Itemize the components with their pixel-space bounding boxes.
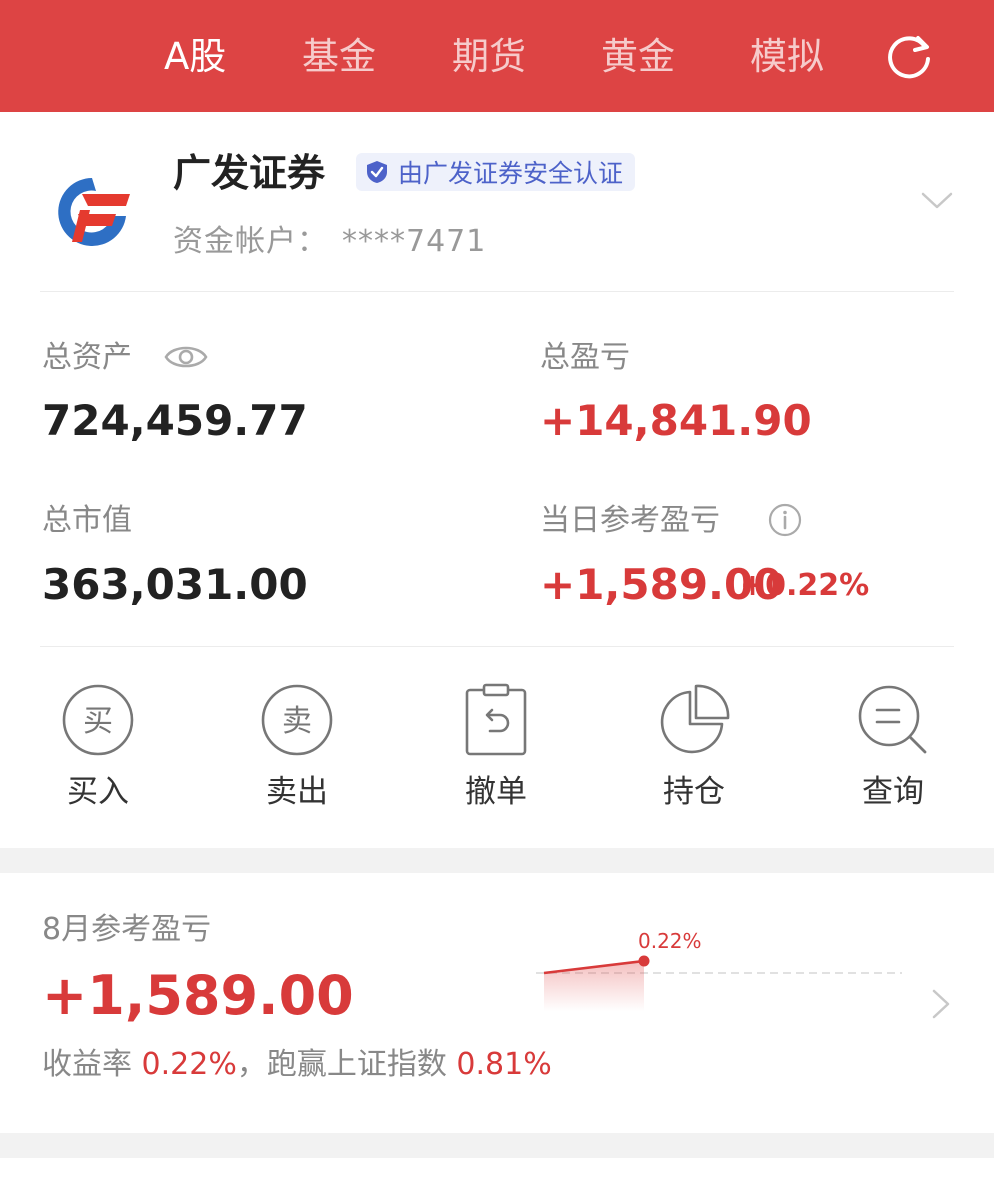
eye-icon[interactable] — [163, 337, 209, 377]
daily-pnl-label: 当日参考盈亏 — [540, 503, 720, 538]
query-label: 查询 — [862, 774, 924, 810]
sell-icon: 卖 — [261, 684, 333, 756]
sell-icon-char: 卖 — [282, 704, 312, 739]
sell-button[interactable]: 卖 卖出 — [237, 682, 357, 812]
info-icon[interactable] — [768, 503, 802, 537]
sparkline-label: 0.22% — [638, 929, 702, 953]
cancel-order-label: 撤单 — [465, 774, 527, 810]
broker-name: 广发证券 — [173, 151, 326, 195]
monthly-pnl-card[interactable]: 8月参考盈亏 +1,589.00 收益率 0.22%，跑赢上证指数 0.81% … — [0, 873, 994, 1133]
search-icon — [858, 685, 927, 754]
tab-gold[interactable]: 黄金 — [601, 30, 675, 84]
cert-text: 由广发证券安全认证 — [398, 159, 624, 188]
monthly-sparkline: 0.22% — [536, 929, 902, 1011]
cancel-order-button[interactable]: 撤单 — [436, 682, 556, 812]
sparkline-area — [544, 961, 644, 1011]
tab-funds[interactable]: 基金 — [302, 30, 376, 84]
beat-index-value: 0.81% — [456, 1047, 552, 1082]
daily-pnl-percent: +0.22% — [740, 568, 870, 603]
buy-icon: 买 — [62, 684, 134, 756]
tab-a-shares[interactable]: A股 — [164, 30, 226, 84]
tab-futures[interactable]: 期货 — [452, 30, 526, 84]
buy-label: 买入 — [67, 774, 129, 810]
broker-logo — [58, 178, 130, 246]
positions-button[interactable]: 持仓 — [634, 682, 754, 812]
market-value-label: 总市值 — [42, 503, 132, 538]
tab-simulation[interactable]: 模拟 — [750, 30, 824, 84]
positions-label: 持仓 — [663, 774, 725, 810]
buy-button[interactable]: 买 买入 — [38, 682, 158, 812]
total-pnl-label: 总盈亏 — [540, 340, 630, 375]
security-cert-badge: 由广发证券安全认证 — [356, 153, 636, 191]
shield-check-icon — [367, 161, 387, 183]
total-pnl-value: +14,841.90 — [540, 396, 812, 445]
monthly-pnl-value: +1,589.00 — [42, 964, 354, 1027]
yield-label: 收益率 — [42, 1047, 132, 1082]
monthly-summary: 收益率 0.22%，跑赢上证指数 0.81% — [42, 1045, 552, 1085]
chevron-down-icon[interactable] — [920, 188, 954, 212]
pie-chart-icon — [660, 684, 730, 754]
query-button[interactable]: 查询 — [833, 682, 953, 812]
yield-value: 0.22% — [141, 1047, 237, 1082]
monthly-pnl-title: 8月参考盈亏 — [42, 912, 212, 947]
account-number: 资金帐户： ****7471 — [173, 216, 486, 260]
account-card: 广发证券 由广发证券安全认证 资金帐户： ****7471 总资产 724,459… — [0, 112, 994, 848]
sparkline-point — [638, 955, 650, 967]
buy-icon-char: 买 — [83, 704, 113, 739]
total-assets-label: 总资产 — [42, 340, 132, 375]
divider — [40, 291, 954, 292]
top-tab-bar: A股 基金 期货 黄金 模拟 — [0, 0, 994, 112]
account-masked-number: ****7471 — [342, 224, 487, 259]
separator: ， — [236, 1047, 267, 1082]
sell-label: 卖出 — [266, 774, 328, 810]
account-label: 资金帐户： — [173, 224, 328, 259]
clipboard-undo-icon — [465, 683, 527, 756]
next-card — [0, 1158, 994, 1200]
divider — [40, 646, 954, 647]
market-value-value: 363,031.00 — [42, 560, 308, 609]
refresh-icon[interactable] — [884, 32, 934, 82]
total-assets-value: 724,459.77 — [42, 396, 308, 445]
chevron-right-icon[interactable] — [928, 987, 954, 1021]
beat-index-label: 跑赢上证指数 — [266, 1047, 447, 1082]
